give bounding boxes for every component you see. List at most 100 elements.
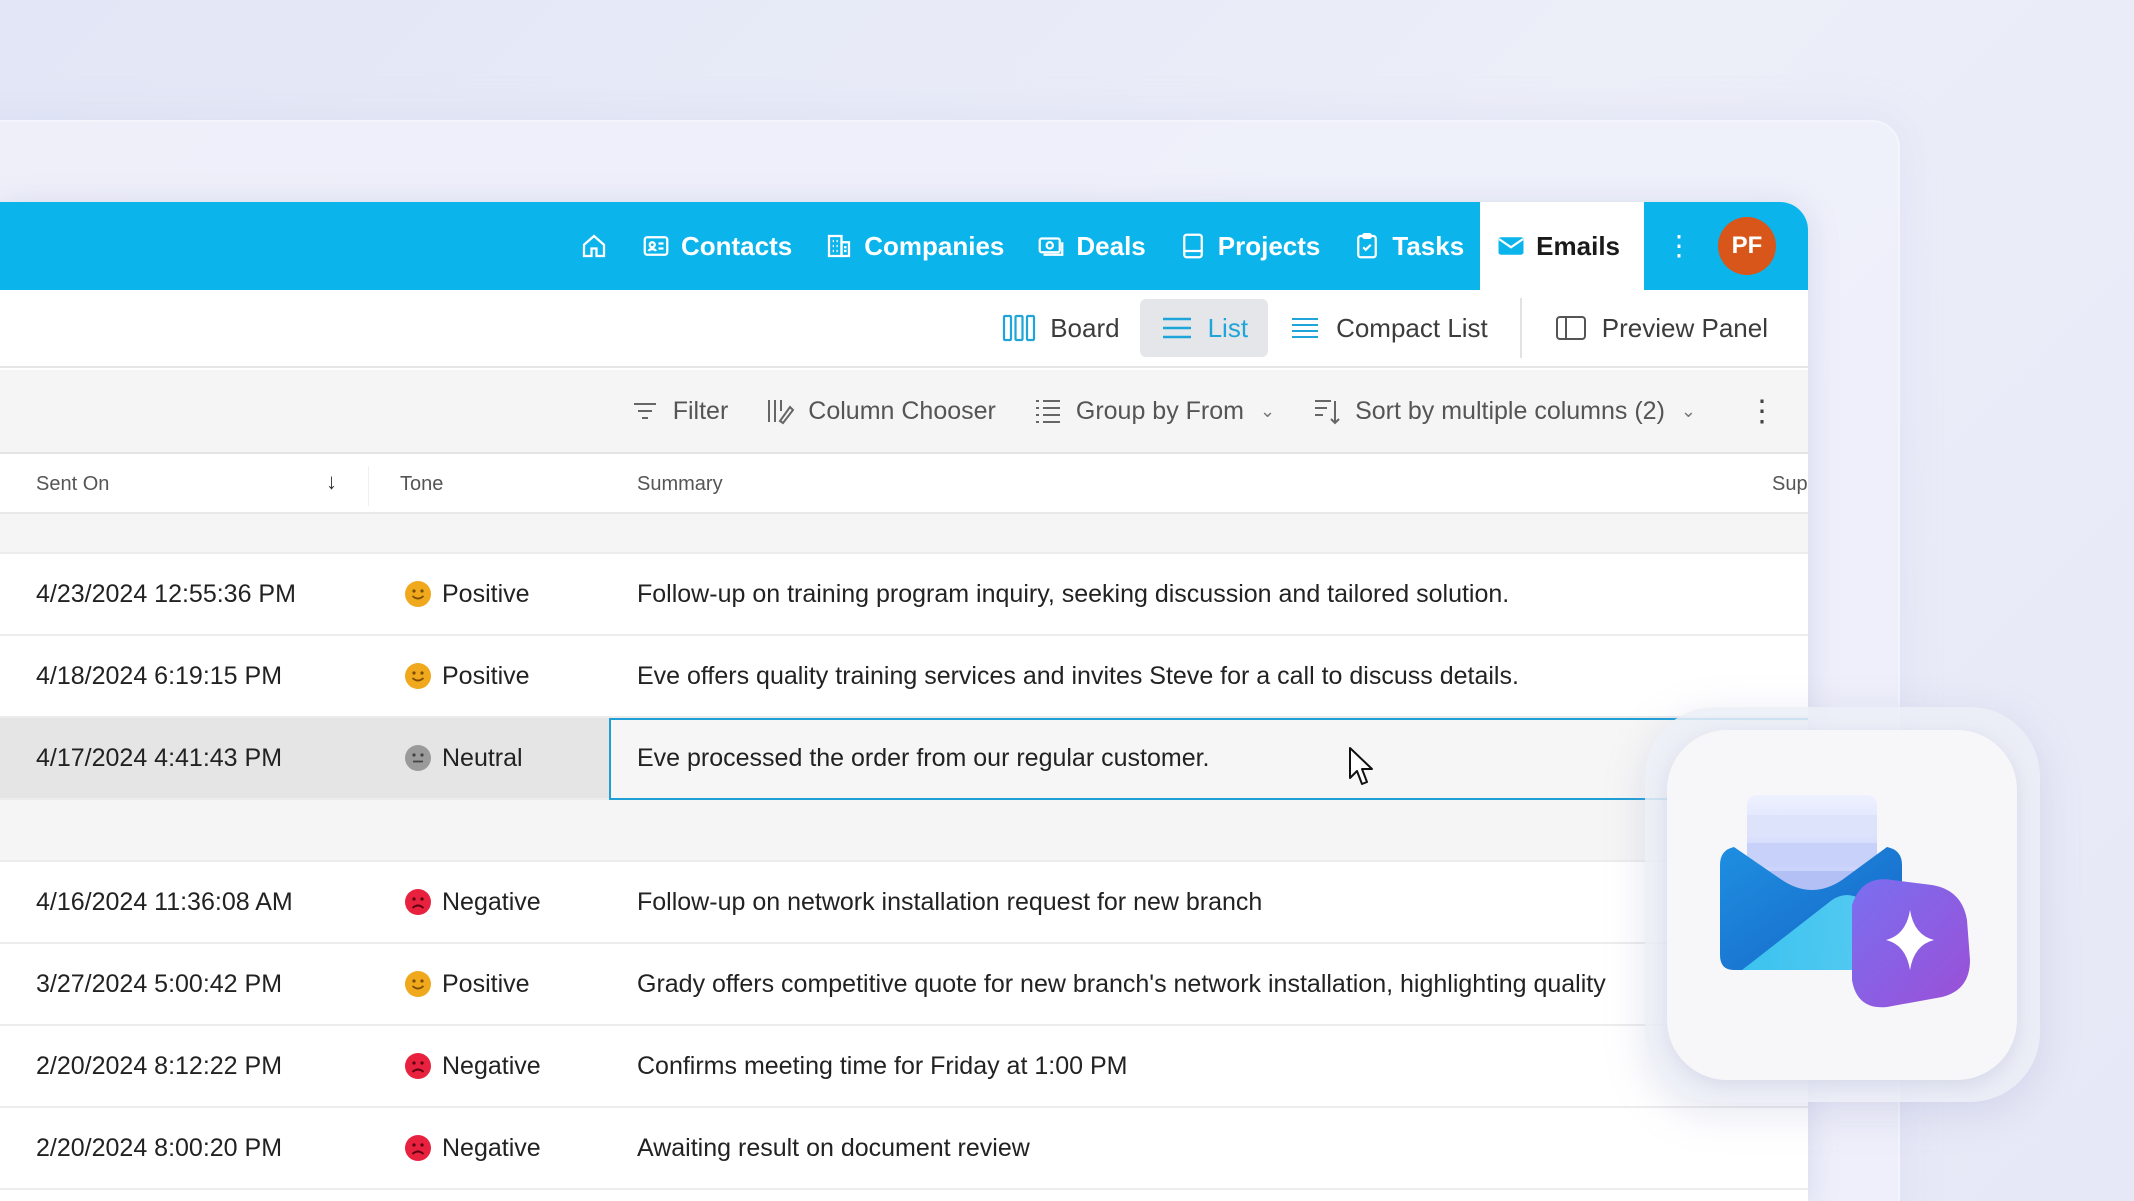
sent-on-cell: 2/20/2024 8:00:20 PM: [36, 1134, 283, 1162]
view-board-label: Board: [1050, 312, 1120, 343]
tone-cell: Positive: [404, 554, 530, 634]
view-compact-list-label: Compact List: [1336, 312, 1488, 343]
clipboard-icon: [1182, 233, 1203, 259]
filter-label: Filter: [672, 396, 729, 425]
group-row[interactable]: [0, 800, 1808, 862]
tone-cell: Negative: [404, 1026, 541, 1106]
negative-face-icon: [405, 889, 431, 915]
tone-label: Positive: [442, 969, 530, 998]
column-chooser-icon: [768, 400, 795, 425]
nav-contacts-label: Contacts: [680, 230, 793, 261]
tone-cell: Neutral: [404, 718, 523, 798]
column-separator[interactable]: [368, 466, 369, 506]
table-row[interactable]: 3/27/2024 5:00:42 PM Positive Grady offe…: [0, 944, 1808, 1026]
summary-cell: Follow-up on network installation reques…: [637, 888, 1263, 916]
ai-email-assistant-logo-icon: [1720, 795, 1970, 1008]
chevron-down-icon: ⌄: [1259, 400, 1276, 421]
sort-button[interactable]: Sort by multiple columns (2) ⌄: [1293, 381, 1714, 441]
preview-panel-toggle[interactable]: Preview Panel: [1534, 299, 1788, 357]
negative-face-icon: [405, 1053, 431, 1079]
user-avatar[interactable]: PF: [1718, 217, 1776, 275]
nav-companies[interactable]: Companies: [808, 202, 1020, 290]
summary-cell: Awaiting result on document review: [637, 1134, 1030, 1162]
toolbar-more-button[interactable]: ⋮: [1734, 394, 1790, 429]
positive-face-icon: [405, 663, 431, 689]
tone-label: Negative: [442, 1051, 541, 1080]
view-board-button[interactable]: Board: [982, 299, 1139, 357]
filter-button[interactable]: Filter: [611, 381, 747, 441]
grid-header: Sent On ↓ Tone Summary Sup: [0, 454, 1808, 514]
summary-cell: Eve processed the order from our regular…: [637, 744, 1210, 772]
nav-emails[interactable]: Emails: [1480, 202, 1644, 290]
sent-on-cell: 3/27/2024 5:00:42 PM: [36, 970, 283, 998]
tone-label: Positive: [442, 579, 530, 608]
crm-app-window: Contacts Companies Deals Projects Tasks …: [0, 202, 1808, 1201]
tone-label: Neutral: [442, 743, 523, 772]
positive-face-icon: [405, 971, 431, 997]
filter-icon: [633, 403, 656, 419]
table-row-selected[interactable]: 4/17/2024 4:41:43 PM Neutral Eve process…: [0, 718, 1808, 800]
sort-descending-icon[interactable]: ↓: [326, 454, 337, 514]
nav-tasks-label: Tasks: [1392, 230, 1465, 261]
view-compact-list-button[interactable]: Compact List: [1268, 299, 1508, 357]
nav-tasks[interactable]: Tasks: [1336, 202, 1480, 290]
column-header-tone[interactable]: Tone: [400, 454, 443, 514]
positive-face-icon: [405, 581, 431, 607]
view-switcher: Board List Compact List Preview Panel: [0, 290, 1808, 368]
view-list-button[interactable]: List: [1139, 299, 1269, 357]
sent-on-cell: 4/16/2024 11:36:08 AM: [36, 888, 293, 916]
view-separator: [1519, 298, 1522, 358]
column-header-summary[interactable]: Summary: [637, 454, 723, 514]
sent-on-cell: 4/18/2024 6:19:15 PM: [36, 662, 283, 690]
building-icon: [828, 234, 851, 258]
nav-deals[interactable]: Deals: [1020, 202, 1161, 290]
table-row[interactable]: 2/20/2024 8:00:20 PM Negative Awaiting r…: [0, 1108, 1808, 1190]
preview-panel-icon: [1555, 316, 1586, 340]
nav-projects[interactable]: Projects: [1162, 202, 1337, 290]
sort-label: Sort by multiple columns (2): [1355, 396, 1665, 425]
column-header-sup[interactable]: Sup: [1772, 454, 1808, 514]
group-by-label: Group by From: [1075, 396, 1244, 425]
nav-more-button[interactable]: ⋮: [1644, 202, 1714, 290]
mouse-cursor-icon: [1349, 747, 1373, 785]
view-list-label: List: [1207, 312, 1249, 343]
nav-deals-label: Deals: [1076, 230, 1146, 261]
group-by-icon: [1035, 400, 1060, 423]
tone-label: Negative: [442, 1133, 541, 1162]
sort-icon: [1315, 400, 1340, 425]
money-icon: [1039, 237, 1064, 256]
preview-panel-label: Preview Panel: [1601, 312, 1768, 343]
summary-cell: Follow-up on training program inquiry, s…: [637, 580, 1510, 608]
task-check-icon: [1357, 233, 1378, 259]
chevron-down-icon: ⌄: [1680, 400, 1696, 421]
nav-home[interactable]: [563, 202, 625, 290]
tone-cell: Positive: [404, 944, 530, 1024]
column-chooser-button[interactable]: Column Chooser: [746, 381, 1014, 441]
nav-projects-label: Projects: [1217, 230, 1321, 261]
contact-card-icon: [643, 236, 669, 256]
nav-emails-label: Emails: [1536, 230, 1620, 261]
table-row[interactable]: 4/16/2024 11:36:08 AM Negative Follow-up…: [0, 862, 1808, 944]
table-row[interactable]: 4/18/2024 6:19:15 PM Positive Eve offers…: [0, 636, 1808, 718]
sent-on-cell: 4/17/2024 4:41:43 PM: [36, 744, 283, 772]
nav-companies-label: Companies: [864, 230, 1005, 261]
sent-on-cell: 4/23/2024 12:55:36 PM: [36, 580, 296, 608]
summary-cell: Eve offers quality training services and…: [637, 662, 1519, 690]
top-navigation: Contacts Companies Deals Projects Tasks …: [0, 202, 1808, 290]
table-row[interactable]: 4/23/2024 12:55:36 PM Positive Follow-up…: [0, 554, 1808, 636]
negative-face-icon: [405, 1135, 431, 1161]
group-row[interactable]: [0, 514, 1808, 554]
column-chooser-label: Column Chooser: [808, 396, 996, 425]
compact-list-icon: [1292, 318, 1319, 338]
table-row[interactable]: 2/20/2024 8:12:22 PM Negative Confirms m…: [0, 1026, 1808, 1108]
tone-cell: Negative: [404, 862, 541, 942]
neutral-face-icon: [405, 745, 431, 771]
board-icon: [1003, 314, 1036, 342]
nav-contacts[interactable]: Contacts: [625, 202, 808, 290]
group-by-button[interactable]: Group by From ⌄: [1014, 381, 1293, 441]
home-icon: [582, 234, 606, 258]
mail-icon: [1498, 237, 1524, 255]
summary-cell: Confirms meeting time for Friday at 1:00…: [637, 1052, 1128, 1080]
column-header-sent-on[interactable]: Sent On: [36, 454, 109, 514]
list-icon: [1162, 317, 1191, 339]
